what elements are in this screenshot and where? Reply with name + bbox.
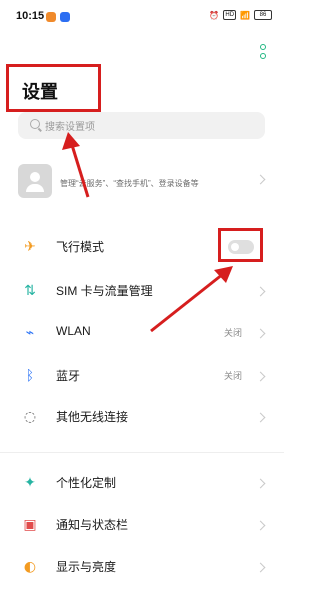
alarm-icon: ⏰ <box>209 10 220 20</box>
search-bar[interactable]: 搜索设置项 <box>18 112 265 139</box>
account-subtitle: 管理“云服务”、“查找手机”、登录设备等 <box>60 179 199 188</box>
sim-data-icon: ⇅ <box>24 283 36 299</box>
palette-icon: ✦ <box>24 475 36 491</box>
battery-icon: 86 <box>254 10 272 20</box>
settings-item-other-wireless[interactable]: ◌ 其他无线连接 <box>0 398 284 436</box>
settings-item-label: 飞行模式 <box>56 240 105 254</box>
system-indicators: ⏰ HD 📶 86 <box>209 10 272 20</box>
settings-item-label: 个性化定制 <box>56 476 117 490</box>
settings-item-label: 其他无线连接 <box>56 410 129 424</box>
settings-item-notifications[interactable]: ▣ 通知与状态栏 <box>0 506 284 544</box>
search-icon <box>30 119 40 129</box>
notification-icon: ▣ <box>23 517 37 533</box>
section-divider <box>0 452 284 453</box>
chevron-right-icon <box>255 520 266 531</box>
chevron-right-icon <box>255 562 266 573</box>
settings-item-value: 关闭 <box>223 371 242 381</box>
toggle-highlight-box <box>218 228 263 262</box>
app-notification-icon-blue <box>60 12 70 22</box>
hd-icon: HD <box>223 10 237 20</box>
settings-item-sim[interactable]: ⇅ SIM 卡与流量管理 <box>0 272 284 310</box>
chevron-right-icon <box>255 174 266 185</box>
settings-item-value: 关闭 <box>223 328 242 338</box>
chevron-right-icon <box>255 412 266 423</box>
status-time: 10:15 <box>16 10 45 22</box>
chevron-right-icon <box>255 371 266 382</box>
settings-item-label: SIM 卡与流量管理 <box>56 284 153 298</box>
search-placeholder: 搜索设置项 <box>45 122 95 133</box>
settings-item-label: WLAN <box>56 324 91 338</box>
settings-item-label: 显示与亮度 <box>56 560 117 574</box>
app-notification-icon-orange <box>46 12 56 22</box>
bluetooth-icon: ᛒ <box>25 368 35 384</box>
chevron-right-icon <box>255 286 266 297</box>
settings-item-display[interactable]: ◐ 显示与亮度 <box>0 548 284 586</box>
wireless-connection-icon: ◌ <box>23 409 37 425</box>
settings-item-personalization[interactable]: ✦ 个性化定制 <box>0 464 284 502</box>
settings-item-bluetooth[interactable]: ᛒ 蓝牙 关闭 <box>0 357 284 395</box>
signal-icon: 📶 <box>240 10 250 20</box>
settings-item-label: 蓝牙 <box>56 369 81 383</box>
more-options-icon[interactable] <box>260 44 266 62</box>
chevron-right-icon <box>255 478 266 489</box>
settings-item-label: 通知与状态栏 <box>56 518 129 532</box>
settings-item-wlan[interactable]: ⌁ WLAN 关闭 <box>0 314 284 352</box>
account-row[interactable]: 管理“云服务”、“查找手机”、登录设备等 <box>0 156 284 202</box>
brightness-icon: ◐ <box>23 559 37 575</box>
chevron-right-icon <box>255 328 266 339</box>
airplane-icon: ✈ <box>24 239 36 255</box>
title-highlight-box <box>6 64 101 112</box>
wifi-icon: ⌁ <box>25 325 35 341</box>
avatar <box>18 164 52 198</box>
status-bar: 10:15 ⏰ HD 📶 86 <box>0 0 284 34</box>
